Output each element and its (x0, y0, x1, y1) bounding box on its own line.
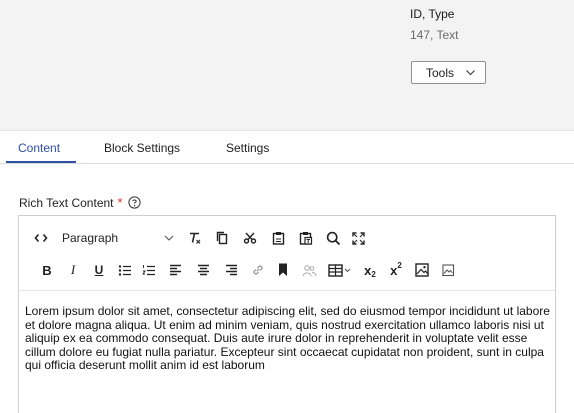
copy-icon[interactable] (208, 227, 236, 249)
align-right-icon[interactable] (217, 259, 245, 281)
tab-bar: Content Block Settings Settings (0, 131, 574, 164)
find-icon[interactable] (320, 227, 346, 249)
image-icon[interactable] (409, 259, 435, 281)
paragraph-format-label: Paragraph (62, 231, 119, 245)
superscript-glyph: x (390, 262, 398, 278)
align-center-icon[interactable] (189, 259, 217, 281)
link-icon[interactable] (245, 259, 271, 281)
tools-button-label: Tools (426, 65, 455, 80)
source-code-icon[interactable] (32, 227, 50, 249)
underline-icon[interactable]: U (85, 259, 113, 281)
id-type-value: 147, Text (410, 28, 459, 42)
clear-format-icon[interactable] (182, 227, 208, 249)
bold-icon[interactable]: B (33, 259, 61, 281)
tab-settings[interactable]: Settings (226, 141, 269, 155)
paste-icon[interactable] (264, 227, 292, 249)
editor-content-area[interactable]: Lorem ipsum dolor sit amet, consectetur … (19, 290, 555, 413)
required-mark: * (117, 195, 123, 210)
active-tab-indicator (6, 161, 76, 163)
paragraph-format-select[interactable]: Paragraph (62, 227, 182, 249)
cut-icon[interactable] (236, 227, 264, 249)
bookmark-icon[interactable] (271, 259, 295, 281)
fullscreen-icon[interactable] (346, 227, 370, 249)
superscript-index: 2 (397, 260, 402, 270)
tools-button[interactable]: Tools (411, 61, 486, 84)
superscript-icon[interactable]: x2 (383, 259, 409, 281)
people-icon[interactable] (295, 259, 323, 281)
toolbar-row-1: Paragraph (32, 225, 370, 251)
paste-text-icon[interactable] (292, 227, 320, 249)
field-label: Rich Text Content * (19, 195, 141, 210)
bullet-list-icon[interactable] (113, 259, 137, 281)
id-type-label: ID, Type (410, 7, 455, 21)
table-icon[interactable] (323, 259, 357, 281)
subscript-icon[interactable]: x2 (357, 259, 383, 281)
media-icon[interactable] (435, 259, 461, 281)
chevron-down-icon (466, 70, 475, 76)
align-left-icon[interactable] (161, 259, 189, 281)
italic-icon[interactable]: I (61, 259, 85, 281)
numbered-list-icon[interactable] (137, 259, 161, 281)
rich-text-editor: Paragraph B I U x 2 x 2 Lorem ipsum dolo… (18, 215, 556, 413)
chevron-down-icon (164, 235, 174, 241)
help-icon[interactable] (127, 196, 141, 209)
tab-block-settings[interactable]: Block Settings (104, 141, 180, 155)
subscript-glyph: x (364, 262, 372, 278)
editor-content-text[interactable]: Lorem ipsum dolor sit amet, consectetur … (25, 304, 553, 373)
field-label-text: Rich Text Content (19, 195, 114, 210)
subscript-index: 2 (371, 269, 376, 279)
tab-content[interactable]: Content (18, 141, 60, 155)
header-panel: ID, Type 147, Text Tools (0, 0, 574, 131)
toolbar-row-2: B I U x2 x2 (33, 257, 461, 283)
